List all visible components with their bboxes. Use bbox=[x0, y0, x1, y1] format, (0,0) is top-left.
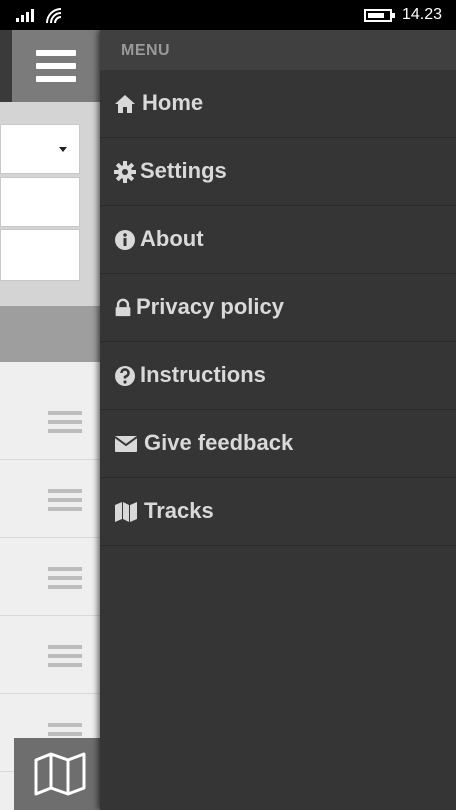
form-area bbox=[0, 102, 100, 334]
drag-handle-icon[interactable] bbox=[48, 489, 82, 511]
drag-handle-icon[interactable] bbox=[48, 411, 82, 433]
text-field-2[interactable] bbox=[0, 229, 80, 281]
menu-item-label: Home bbox=[142, 90, 204, 115]
info-icon bbox=[115, 230, 135, 250]
list-item[interactable] bbox=[0, 383, 100, 460]
wifi-icon bbox=[44, 6, 66, 24]
signal-bars-icon bbox=[16, 8, 36, 22]
menu-item-about[interactable]: About bbox=[100, 206, 456, 274]
drag-handle-icon[interactable] bbox=[48, 567, 82, 589]
navigation-drawer: MENU Home Settings About Privacy policy … bbox=[100, 30, 456, 810]
status-time: 14.23 bbox=[402, 6, 443, 23]
menu-item-privacy-policy[interactable]: Privacy policy bbox=[100, 274, 456, 342]
menu-item-tracks[interactable]: Tracks bbox=[100, 478, 456, 546]
chevron-down-icon bbox=[59, 147, 67, 152]
background-app bbox=[0, 30, 100, 810]
menu-item-home[interactable]: Home bbox=[100, 70, 456, 138]
menu-item-label: Tracks bbox=[144, 498, 214, 523]
menu-item-give-feedback[interactable]: Give feedback bbox=[100, 410, 456, 478]
track-select[interactable] bbox=[0, 124, 80, 174]
question-icon bbox=[115, 366, 135, 386]
gear-icon bbox=[114, 161, 136, 183]
list-item[interactable] bbox=[0, 461, 100, 538]
menu-item-label: Settings bbox=[140, 158, 227, 183]
menu-toggle-button[interactable] bbox=[12, 30, 100, 102]
status-bar: 14.23 bbox=[0, 0, 456, 30]
menu-item-label: Instructions bbox=[140, 362, 266, 387]
battery-icon bbox=[364, 9, 395, 22]
map-icon bbox=[115, 502, 137, 522]
home-icon bbox=[115, 95, 135, 113]
drawer-title: MENU bbox=[121, 42, 171, 59]
drawer-header: MENU bbox=[100, 30, 456, 70]
action-button[interactable] bbox=[0, 306, 100, 362]
drag-handle-icon[interactable] bbox=[48, 645, 82, 667]
menu-item-label: Privacy policy bbox=[136, 294, 284, 319]
map-button[interactable] bbox=[14, 738, 100, 810]
list-item[interactable] bbox=[0, 539, 100, 616]
menu-item-label: Give feedback bbox=[144, 430, 294, 455]
menu-item-settings[interactable]: Settings bbox=[100, 138, 456, 206]
menu-item-instructions[interactable]: Instructions bbox=[100, 342, 456, 410]
list-item[interactable] bbox=[0, 617, 100, 694]
text-field-1[interactable] bbox=[0, 177, 80, 227]
lock-icon bbox=[115, 298, 131, 317]
menu-item-label: About bbox=[140, 226, 204, 251]
map-icon bbox=[34, 752, 86, 796]
app-header bbox=[0, 30, 100, 102]
envelope-icon bbox=[114, 436, 138, 452]
